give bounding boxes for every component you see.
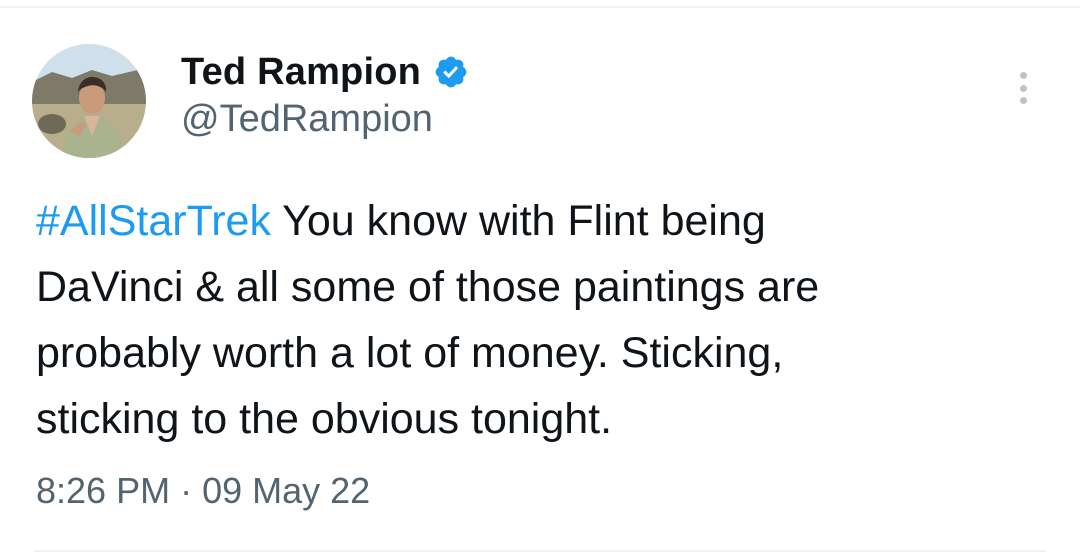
hashtag-link[interactable]: #AllStarTrek: [36, 197, 271, 245]
tweet-timestamp[interactable]: 8:26 PM · 09 May 22: [36, 470, 370, 512]
tweet-text-line: You know with Flint being: [270, 197, 766, 245]
author-handle[interactable]: @TedRampion: [181, 98, 433, 141]
more-vertical-icon: [1019, 72, 1027, 79]
more-options-button[interactable]: [1008, 66, 1038, 110]
more-vertical-icon-dot: [1019, 84, 1027, 92]
profile-photo: [32, 44, 146, 158]
more-vertical-icon-dot: [1019, 97, 1027, 104]
timestamp-separator: ·: [180, 470, 193, 511]
top-divider: [0, 6, 1080, 8]
author-display-name[interactable]: Ted Rampion: [181, 51, 421, 94]
tweet-date: 09 May 22: [202, 470, 371, 511]
avatar[interactable]: [32, 44, 146, 158]
tweet-text-line: sticking to the obvious tonight.: [36, 395, 613, 443]
author-name-row: Ted Rampion: [181, 48, 469, 96]
tweet-time: 8:26 PM: [36, 470, 171, 511]
tweet-text-line: probably worth a lot of money. Sticking,: [36, 329, 784, 377]
verified-badge-icon: [435, 56, 467, 88]
tweet-line-1: #AllStarTrek You know with Flint being: [36, 188, 1036, 254]
bottom-divider: [34, 550, 1046, 552]
tweet-text-line: DaVinci & all some of those paintings ar…: [36, 263, 820, 311]
tweet-text: #AllStarTrek You know with Flint being D…: [36, 188, 1036, 452]
